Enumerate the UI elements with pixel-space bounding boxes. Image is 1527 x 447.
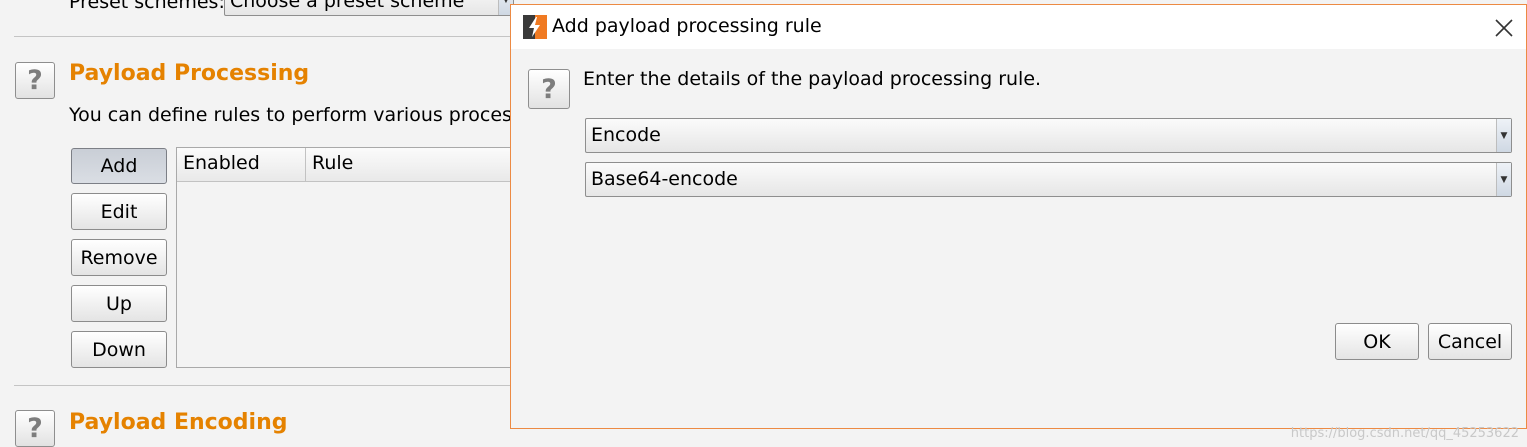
chevron-down-icon: ▼	[1496, 119, 1511, 152]
add-button[interactable]: Add	[71, 148, 167, 184]
divider	[14, 36, 514, 37]
add-payload-processing-rule-dialog: Add payload processing rule ? Enter the …	[510, 4, 1527, 429]
preset-scheme-value: Choose a preset scheme	[230, 0, 465, 12]
cancel-button[interactable]: Cancel	[1428, 323, 1512, 360]
rule-type-value: Encode	[591, 124, 661, 146]
dialog-titlebar[interactable]: Add payload processing rule	[511, 5, 1526, 49]
burp-logo-icon	[523, 15, 547, 39]
payload-processing-title: Payload Processing	[69, 61, 310, 86]
rule-option-select[interactable]: Base64-encode ▼	[585, 162, 1512, 197]
remove-button[interactable]: Remove	[71, 239, 167, 276]
help-icon[interactable]: ?	[528, 69, 570, 109]
rule-type-select[interactable]: Encode ▼	[585, 118, 1512, 153]
dialog-prompt: Enter the details of the payload process…	[583, 68, 1042, 90]
payload-processing-description: You can define rules to perform various …	[69, 104, 510, 126]
edit-button[interactable]: Edit	[71, 193, 167, 230]
chevron-down-icon: ▼	[1496, 163, 1511, 196]
rule-option-value: Base64-encode	[591, 168, 738, 190]
preset-schemes-label: Preset schemes:	[69, 0, 225, 13]
divider	[14, 385, 514, 386]
column-header-enabled[interactable]: Enabled	[177, 148, 306, 182]
help-icon[interactable]: ?	[15, 62, 55, 99]
preset-scheme-select[interactable]: Choose a preset scheme ▼	[224, 0, 514, 16]
ok-button[interactable]: OK	[1335, 323, 1419, 360]
up-button[interactable]: Up	[71, 285, 167, 322]
help-icon[interactable]: ?	[15, 410, 55, 447]
close-icon[interactable]	[1493, 17, 1515, 39]
dialog-title: Add payload processing rule	[552, 15, 822, 37]
payload-encoding-title: Payload Encoding	[69, 410, 288, 435]
down-button[interactable]: Down	[71, 331, 167, 368]
processing-rules-table[interactable]: Enabled Rule	[176, 147, 517, 368]
column-header-rule[interactable]: Rule	[306, 148, 517, 182]
watermark: https://blog.csdn.net/qq_45253622	[1290, 426, 1519, 441]
